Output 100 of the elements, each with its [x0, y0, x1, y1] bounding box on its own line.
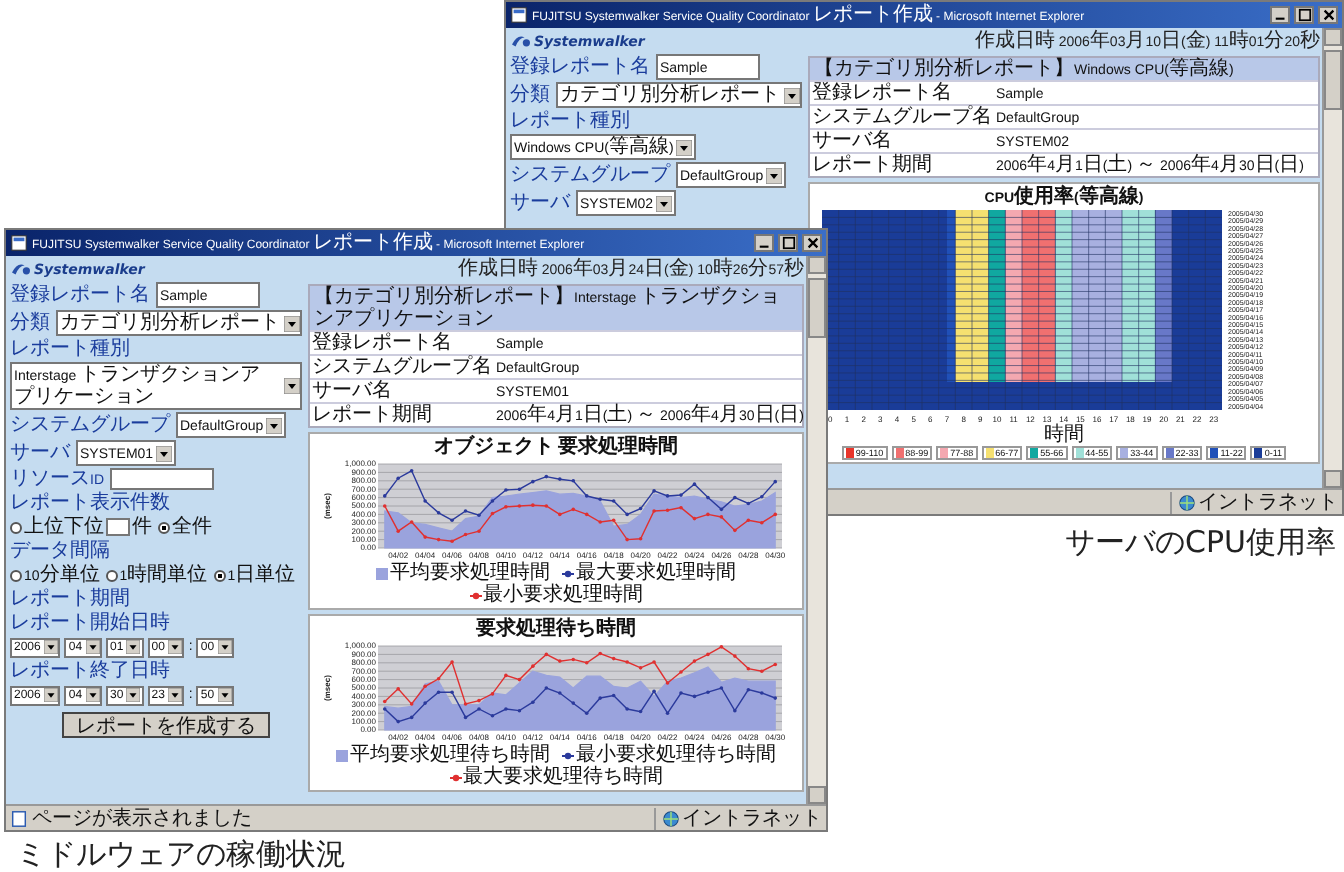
table-cell-text: レポート期間 — [310, 404, 434, 426]
text-field[interactable] — [110, 468, 214, 490]
dropdown-arrow-icon — [266, 417, 283, 433]
field-label: 登録レポート名 — [10, 284, 150, 306]
globe-icon — [1178, 493, 1196, 511]
table-cell-text: 登録レポート名 — [810, 82, 953, 104]
create-report-button[interactable]: レポートを作成する — [62, 712, 270, 738]
data-point — [544, 474, 549, 479]
unit-label: 件 — [132, 516, 152, 538]
legend-label: 最大要求処理待ち時間 — [463, 766, 663, 788]
data-point — [571, 507, 576, 512]
dropdown-arrow-icon — [783, 87, 799, 103]
table-cell-text: 登録レポート名 — [310, 332, 453, 354]
dropdown[interactable]: カテゴリ別分析レポート — [56, 310, 302, 336]
legend-marker — [469, 589, 481, 601]
field-label: データ間隔 — [10, 540, 110, 562]
field-label: システムグループ — [510, 164, 670, 186]
field-label: レポート開始日時 — [10, 612, 170, 634]
chart-title: 要求処理待ち時間 — [476, 618, 636, 640]
data-point — [773, 512, 778, 517]
logo-icon — [510, 32, 532, 50]
maximize-button[interactable] — [778, 234, 798, 252]
table-cell-text: レポート期間 — [810, 154, 934, 176]
maximize-icon — [781, 236, 795, 250]
field-label: レポート種別 — [10, 338, 130, 360]
data-point — [692, 694, 697, 699]
radio-label: 全件 — [172, 516, 212, 538]
page-icon — [510, 6, 528, 24]
field-label: システムグループ — [10, 414, 170, 436]
data-point — [611, 693, 616, 698]
dropdown-arrow-icon — [156, 445, 173, 461]
field-label: 登録レポート名 — [510, 56, 650, 78]
data-point — [436, 537, 441, 542]
dropdown-arrow-icon — [43, 688, 58, 702]
data-point — [611, 656, 616, 661]
radio-button[interactable] — [213, 569, 226, 581]
data-point — [490, 511, 495, 516]
minimize-button[interactable] — [1270, 6, 1290, 24]
radio-button[interactable] — [105, 569, 118, 581]
data-point — [584, 512, 589, 517]
scrollbar[interactable] — [806, 256, 826, 804]
radio-label: 上位下位 — [24, 516, 104, 538]
field-label: 分類 — [10, 312, 50, 334]
data-point — [746, 687, 751, 692]
radio-button[interactable] — [10, 569, 22, 581]
data-point — [719, 507, 724, 512]
caption: サーバのCPU使用率 — [1065, 524, 1336, 560]
data-point — [571, 657, 576, 662]
data-point — [436, 510, 441, 515]
axis-title: 時間 — [1044, 424, 1084, 446]
data-point — [382, 699, 387, 704]
maximize-button[interactable] — [1294, 6, 1314, 24]
dropdown-arrow-icon — [167, 640, 182, 654]
dropdown-arrow-icon — [656, 195, 673, 211]
dropdown-arrow-icon — [126, 640, 141, 654]
dropdown-arrow-icon — [43, 640, 58, 654]
legend-label: 最小要求処理時間 — [483, 584, 643, 606]
legend-marker — [562, 749, 574, 761]
legend-label: 平均要求処理待ち時間 — [350, 744, 550, 766]
legend-swatch — [336, 749, 348, 761]
field-label: レポート期間 — [10, 588, 130, 610]
dropdown-arrow-icon — [217, 688, 232, 702]
status-text: ページが表示されました — [32, 807, 252, 829]
dropdown-arrow-icon — [85, 640, 100, 654]
dropdown-arrow-icon — [167, 688, 182, 702]
zone-label: イントラネット — [1198, 491, 1338, 513]
minimize-button[interactable] — [754, 234, 774, 252]
table-cell-text: サーバ名 — [810, 130, 892, 152]
dropdown-arrow-icon — [126, 688, 141, 702]
table-cell: システムグループ名 — [810, 106, 994, 128]
data-point — [773, 479, 778, 484]
data-point — [638, 536, 643, 541]
data-point — [746, 666, 751, 671]
dropdown-arrow-icon — [283, 378, 299, 394]
chart-title: オブジェクト 要求処理時間 — [434, 436, 678, 458]
dropdown-arrow-icon — [85, 688, 100, 702]
legend-label: 平均要求処理時間 — [390, 562, 550, 584]
table-cell: システムグループ名 — [310, 356, 494, 378]
scrollbar[interactable] — [1322, 28, 1342, 488]
close-button[interactable] — [1318, 6, 1338, 24]
data-point — [463, 532, 468, 537]
count-field[interactable] — [106, 518, 130, 536]
field-label: レポート終了日時 — [10, 660, 170, 682]
field-label: サーバ — [10, 442, 70, 464]
close-button[interactable] — [802, 234, 822, 252]
legend-label: 最小要求処理待ち時間 — [576, 744, 776, 766]
globe-icon — [662, 809, 680, 827]
maximize-icon — [1297, 8, 1311, 22]
data-point — [746, 501, 751, 506]
data-point — [544, 652, 549, 657]
dropdown[interactable]: カテゴリ別分析レポート — [556, 82, 802, 108]
data-point — [638, 709, 643, 714]
data-point — [517, 677, 522, 682]
field-label: レポート種別 — [510, 110, 630, 132]
page-icon — [10, 809, 28, 827]
dropdown-arrow-icon — [766, 167, 783, 183]
radio-button[interactable] — [10, 521, 22, 533]
data-point — [638, 506, 643, 511]
dropdown-arrow-icon — [283, 315, 299, 331]
radio-button[interactable] — [158, 521, 170, 533]
